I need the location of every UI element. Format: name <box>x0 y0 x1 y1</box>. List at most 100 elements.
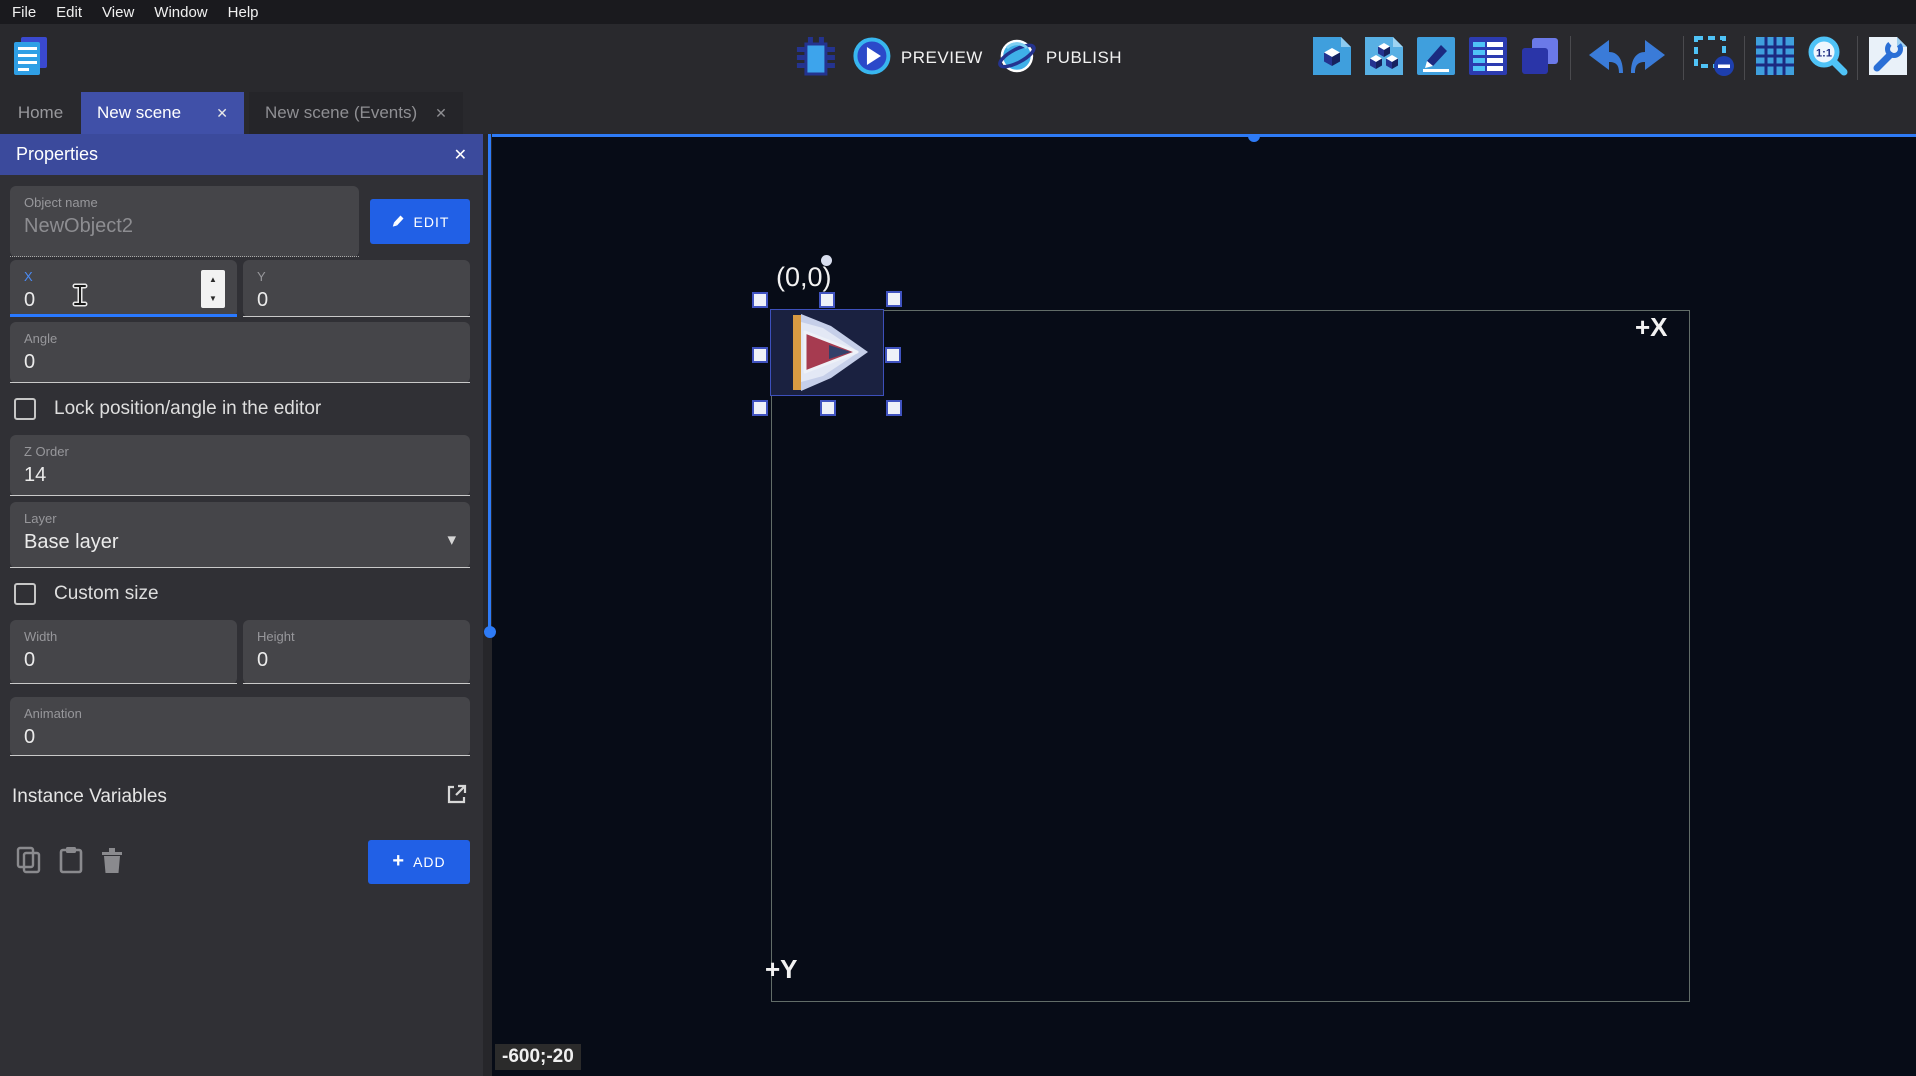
y-position-field[interactable]: Y 0 <box>243 260 470 317</box>
menu-file[interactable]: File <box>2 0 46 24</box>
undo-button[interactable] <box>1579 36 1623 80</box>
width-field[interactable]: Width 0 <box>10 620 237 684</box>
y-field-value: 0 <box>257 289 456 312</box>
spinner-down-icon[interactable]: ▼ <box>201 289 225 308</box>
tab-home[interactable]: Home <box>0 92 81 134</box>
scene-window-border <box>771 310 1690 1002</box>
instances-list-button[interactable] <box>1466 36 1510 80</box>
custom-size-label: Custom size <box>54 583 159 605</box>
object-name-field: Object name NewObject2 <box>10 186 359 257</box>
scene-editor-canvas[interactable]: (0,0) +X +Y -600;-20 <box>492 134 1916 1076</box>
horizontal-scroll-thumb[interactable] <box>1248 134 1260 142</box>
custom-size-checkbox[interactable] <box>14 583 36 605</box>
project-manager-icon <box>11 35 49 82</box>
rotation-handle[interactable] <box>821 255 832 266</box>
copy-icon[interactable] <box>16 846 42 879</box>
add-button-label: ADD <box>413 854 446 870</box>
edit-button-label: EDIT <box>414 214 450 230</box>
tab-events-label: New scene (Events) <box>265 103 417 123</box>
edit-object-button[interactable]: EDIT <box>370 199 470 244</box>
lock-position-row: Lock position/angle in the editor <box>14 395 470 423</box>
toolbar-divider <box>1744 36 1745 80</box>
properties-title: Properties <box>16 144 98 165</box>
trash-icon[interactable] <box>100 846 124 879</box>
z-order-label: Z Order <box>24 444 456 459</box>
grid-icon <box>1754 35 1796 82</box>
menu-bar: File Edit View Window Help <box>0 0 1916 24</box>
close-panel-icon[interactable]: ✕ <box>454 145 467 165</box>
layer-select[interactable]: Layer Base layer ▾ <box>10 502 470 568</box>
chevron-down-icon[interactable]: ▾ <box>447 530 456 550</box>
x-position-field[interactable]: X 0 ▲ ▼ <box>10 260 237 317</box>
selection-mask-icon <box>1692 34 1736 83</box>
horizontal-scrollbar[interactable] <box>492 134 1916 137</box>
properties-editor-button[interactable] <box>1414 36 1458 80</box>
tab-close-icon[interactable]: ✕ <box>216 105 228 122</box>
redo-button[interactable] <box>1631 36 1675 80</box>
plus-icon: + <box>392 850 405 873</box>
layers-icon <box>1519 35 1561 82</box>
zoom-original-button[interactable]: 1:1 <box>1805 36 1849 80</box>
angle-field-label: Angle <box>24 331 456 346</box>
tab-new-scene-events[interactable]: New scene (Events) ✕ <box>249 92 463 134</box>
publish-button[interactable]: PUBLISH <box>997 36 1122 81</box>
resize-handle-middle-left[interactable] <box>752 347 768 363</box>
toggle-grid-button[interactable] <box>1753 36 1797 80</box>
paste-icon[interactable] <box>58 846 84 879</box>
vertical-scroll-thumb[interactable] <box>484 626 496 638</box>
origin-coordinates-label: (0,0) <box>776 262 832 293</box>
animation-value: 0 <box>24 726 456 749</box>
tab-new-scene-label: New scene <box>97 103 181 123</box>
object-groups-icon <box>1363 35 1405 82</box>
pencil-icon <box>391 213 406 231</box>
project-manager-button[interactable] <box>8 36 52 80</box>
x-spinner[interactable]: ▲ ▼ <box>201 270 225 308</box>
z-order-field[interactable]: Z Order 14 <box>10 435 470 496</box>
animation-field[interactable]: Animation 0 <box>10 697 470 756</box>
selected-spaceship-sprite[interactable] <box>771 310 883 395</box>
tab-new-scene[interactable]: New scene ✕ <box>81 92 244 134</box>
open-in-new-icon[interactable] <box>446 783 468 810</box>
menu-edit[interactable]: Edit <box>46 0 92 24</box>
width-value: 0 <box>24 649 223 672</box>
toggle-mask-button[interactable] <box>1692 36 1736 80</box>
properties-panel-header: Properties ✕ <box>0 134 483 175</box>
cursor-coordinates: -600;-20 <box>495 1044 581 1070</box>
objects-editor-button[interactable] <box>1310 36 1354 80</box>
x-field-value: 0 <box>24 289 223 312</box>
menu-help[interactable]: Help <box>218 0 269 24</box>
properties-panel: Properties ✕ Object name NewObject2 EDIT <box>0 134 483 1076</box>
publish-planet-icon <box>997 36 1037 81</box>
resize-handle-top-right[interactable] <box>886 291 902 307</box>
spinner-up-icon[interactable]: ▲ <box>201 270 225 289</box>
preview-play-icon <box>852 36 892 81</box>
text-cursor-icon <box>72 283 88 312</box>
publish-label: PUBLISH <box>1046 48 1122 68</box>
resize-handle-top-left[interactable] <box>752 292 768 308</box>
zoom-1to1-icon: 1:1 <box>1805 34 1849 83</box>
layers-editor-button[interactable] <box>1518 36 1562 80</box>
lock-position-checkbox[interactable] <box>14 398 36 420</box>
tab-close-icon[interactable]: ✕ <box>435 105 447 122</box>
menu-view[interactable]: View <box>92 0 144 24</box>
scene-settings-button[interactable] <box>1866 36 1910 80</box>
object-name-value: NewObject2 <box>24 215 345 238</box>
resize-handle-bottom-right[interactable] <box>886 400 902 416</box>
preview-button[interactable]: PREVIEW <box>852 36 983 81</box>
resize-handle-top-center[interactable] <box>819 292 835 308</box>
debugger-button[interactable] <box>794 36 838 80</box>
angle-field[interactable]: Angle 0 <box>10 322 470 383</box>
x-axis-label: +X <box>1635 312 1668 343</box>
custom-size-row: Custom size <box>14 580 470 608</box>
resize-handle-bottom-left[interactable] <box>752 400 768 416</box>
object-groups-button[interactable] <box>1362 36 1406 80</box>
height-field[interactable]: Height 0 <box>243 620 470 684</box>
debugger-chip-icon <box>795 35 837 82</box>
resize-handle-middle-right[interactable] <box>885 347 901 363</box>
menu-window[interactable]: Window <box>144 0 217 24</box>
resize-handle-bottom-center[interactable] <box>820 400 836 416</box>
layer-label: Layer <box>24 511 456 526</box>
vertical-scrollbar[interactable] <box>488 134 491 632</box>
z-order-value: 14 <box>24 464 456 487</box>
add-variable-button[interactable]: + ADD <box>368 840 470 884</box>
